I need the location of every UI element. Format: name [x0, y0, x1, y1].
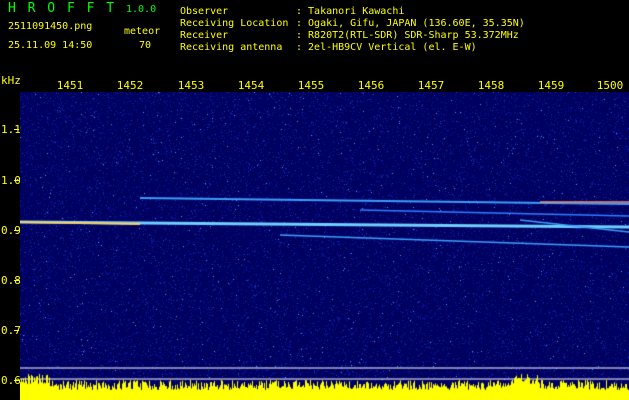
- x-tick-label: 1455: [297, 79, 325, 92]
- x-tick-label: 1500: [596, 79, 624, 92]
- meteor-label: meteor: [124, 26, 161, 37]
- x-tick-label: 1456: [357, 79, 385, 92]
- x-tick-label: 1453: [177, 79, 205, 92]
- observer-label: Observer: [180, 6, 229, 17]
- x-tick-label: 1454: [237, 79, 265, 92]
- y-axis-unit: kHz: [1, 74, 21, 87]
- file-datetime: 25.11.09 14:50: [8, 40, 93, 51]
- antenna-value: : 2el-HB9CV Vertical (el. E-W): [296, 42, 477, 53]
- x-tick-label: 1452: [116, 79, 144, 92]
- location-value: : Ogaki, Gifu, JAPAN (136.60E, 35.35N): [296, 18, 525, 29]
- location-label: Receiving Location: [180, 18, 289, 29]
- y-tick-mark: [14, 380, 19, 381]
- y-tick-mark: [14, 180, 19, 181]
- receiver-label: Receiver: [180, 30, 229, 41]
- file-name: 2511091450.png: [8, 21, 93, 32]
- spectrogram-panel: [20, 92, 629, 400]
- observer-value: : Takanori Kawachi: [296, 6, 405, 17]
- x-tick-label: 1458: [477, 79, 505, 92]
- antenna-label: Receiving antenna: [180, 42, 283, 53]
- x-tick-label: 1451: [56, 79, 84, 92]
- y-tick-mark: [14, 230, 19, 231]
- y-tick-mark: [14, 330, 19, 331]
- y-tick-mark: [14, 280, 19, 281]
- spectrogram-canvas: [20, 92, 629, 400]
- hrofft-window: { "app": {"name": "H R O F F T", "versio…: [0, 0, 629, 400]
- app-title: H R O F F T: [8, 1, 117, 16]
- x-tick-label: 1457: [417, 79, 445, 92]
- app-version: 1.0.0: [126, 4, 157, 15]
- receiver-value: : R820T2(RTL-SDR) SDR-Sharp 53.372MHz: [296, 30, 519, 41]
- y-tick-mark: [14, 129, 19, 130]
- meteor-count: 70: [139, 40, 152, 51]
- x-tick-label: 1459: [537, 79, 565, 92]
